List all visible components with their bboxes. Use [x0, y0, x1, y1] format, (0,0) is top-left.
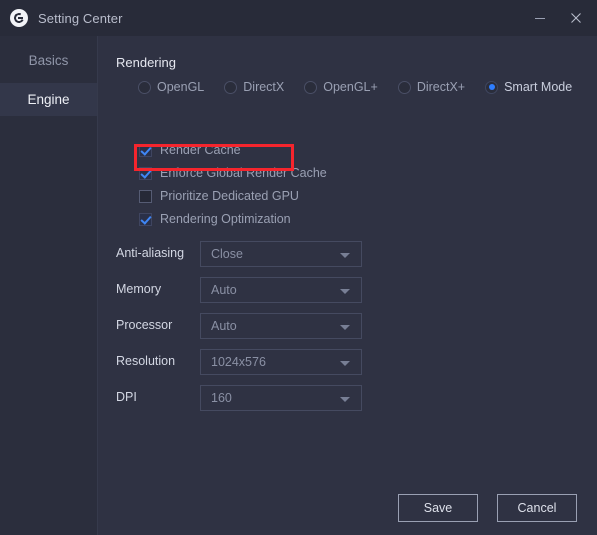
sidebar: Basics Engine: [0, 36, 98, 535]
radio-label: OpenGL+: [323, 80, 378, 94]
checkbox-label: Enforce Global Render Cache: [160, 166, 327, 180]
field-row-anti-aliasing: Anti-aliasing Close: [99, 241, 597, 267]
save-button[interactable]: Save: [398, 494, 478, 522]
dropdown-memory[interactable]: Auto: [200, 277, 362, 303]
radio-label: Smart Mode: [504, 80, 573, 94]
radio-directx-plus[interactable]: DirectX+: [397, 80, 466, 94]
chevron-down-icon: [340, 253, 350, 258]
checkbox-label: Prioritize Dedicated GPU: [160, 189, 299, 203]
dropdown-resolution[interactable]: 1024x576: [200, 349, 362, 375]
app-logo-icon: [10, 9, 28, 27]
checkbox-rendering-optimization[interactable]: Rendering Optimization: [139, 210, 291, 228]
field-label: Memory: [116, 282, 162, 296]
radio-opengl[interactable]: OpenGL: [138, 80, 204, 94]
close-button[interactable]: [559, 0, 593, 36]
field-label: Processor: [116, 318, 173, 332]
dropdown-value: Close: [211, 247, 243, 261]
field-row-processor: Processor Auto: [99, 313, 597, 339]
checkbox-checked-icon: [139, 212, 152, 226]
title-bar: Setting Center: [0, 0, 597, 36]
window-title: Setting Center: [38, 10, 123, 26]
dropdown-processor[interactable]: Auto: [200, 313, 362, 339]
sidebar-item-label: Engine: [27, 92, 70, 107]
sidebar-item-basics[interactable]: Basics: [0, 44, 97, 77]
dropdown-value: Auto: [211, 283, 237, 297]
radio-label: DirectX: [243, 80, 285, 94]
checkbox-label: Render Cache: [160, 143, 241, 157]
checkbox-label: Rendering Optimization: [160, 212, 291, 226]
setting-center-window: Setting Center Basics Engine Rendering O…: [0, 0, 597, 535]
radio-icon: [397, 80, 411, 94]
chevron-down-icon: [340, 289, 350, 294]
checkbox-unchecked-icon: [139, 189, 152, 203]
sidebar-item-label: Basics: [28, 53, 69, 68]
cancel-button[interactable]: Cancel: [497, 494, 577, 522]
dropdown-value: Auto: [211, 319, 237, 333]
dropdown-value: 1024x576: [211, 355, 266, 369]
radio-label: DirectX+: [416, 80, 466, 94]
sidebar-item-engine[interactable]: Engine: [0, 83, 97, 116]
rendering-section-title: Rendering: [116, 55, 176, 70]
checkbox-prioritize-dedicated-gpu[interactable]: Prioritize Dedicated GPU: [139, 187, 299, 205]
radio-label: OpenGL: [157, 80, 205, 94]
checkbox-render-cache[interactable]: Render Cache: [139, 141, 241, 159]
radio-directx[interactable]: DirectX: [224, 80, 284, 94]
radio-icon: [224, 80, 238, 94]
radio-smart-mode[interactable]: Smart Mode: [485, 80, 572, 94]
dropdown-value: 160: [211, 391, 232, 405]
minimize-button[interactable]: [523, 0, 557, 36]
checkbox-checked-icon: [139, 166, 152, 180]
field-label: DPI: [116, 390, 137, 404]
chevron-down-icon: [340, 361, 350, 366]
field-row-resolution: Resolution 1024x576: [99, 349, 597, 375]
dropdown-dpi[interactable]: 160: [200, 385, 362, 411]
rendering-mode-radio-group: OpenGL DirectX OpenGL+ DirectX+ Smart Mo…: [138, 80, 572, 94]
radio-icon: [304, 80, 318, 94]
radio-opengl-plus[interactable]: OpenGL+: [304, 80, 378, 94]
checkbox-enforce-global-render-cache[interactable]: Enforce Global Render Cache: [139, 164, 327, 182]
radio-selected-icon: [485, 80, 499, 94]
field-row-dpi: DPI 160: [99, 385, 597, 411]
dropdown-anti-aliasing[interactable]: Close: [200, 241, 362, 267]
chevron-down-icon: [340, 325, 350, 330]
field-row-memory: Memory Auto: [99, 277, 597, 303]
field-label: Resolution: [116, 354, 176, 368]
radio-icon: [138, 80, 151, 94]
checkbox-checked-icon: [139, 143, 152, 157]
field-label: Anti-aliasing: [116, 246, 185, 260]
chevron-down-icon: [340, 397, 350, 402]
content-panel: Rendering OpenGL DirectX OpenGL+ DirectX…: [99, 36, 597, 535]
